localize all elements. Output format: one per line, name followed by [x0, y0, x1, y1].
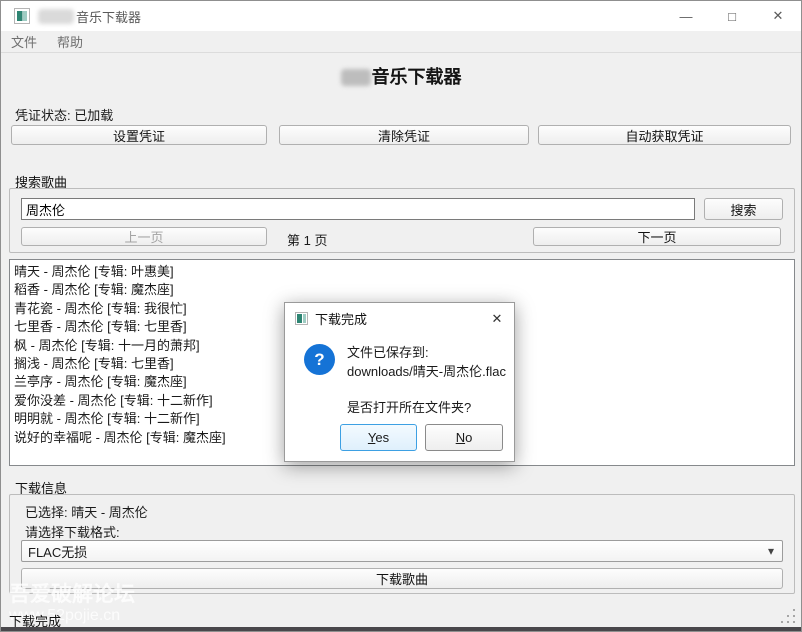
maximize-icon: □ [728, 9, 736, 24]
dialog-message-line1: 文件已保存到: [347, 342, 429, 361]
redacted-brand-blur [38, 9, 74, 24]
format-select[interactable]: FLAC无损 ▾ [21, 540, 783, 562]
download-song-button[interactable]: 下载歌曲 [21, 568, 783, 589]
maximize-button[interactable]: □ [709, 1, 755, 31]
window-controls: — □ ✕ [663, 1, 801, 31]
menu-file[interactable]: 文件 [1, 32, 47, 51]
redacted-brand-blur [341, 69, 371, 86]
app-window: 音乐下载器 — □ ✕ 文件 帮助 音乐下载器 凭证状态: 已加载 设置凭证 清… [0, 0, 802, 632]
yes-button[interactable]: Yes [340, 424, 417, 451]
dialog-titlebar: 下载完成 ✕ [285, 303, 514, 334]
dialog-message-line2: downloads/晴天-周杰伦.flac [347, 361, 506, 380]
close-icon: ✕ [773, 8, 784, 24]
download-complete-dialog: 下载完成 ✕ ? 文件已保存到: downloads/晴天-周杰伦.flac 是… [284, 302, 515, 462]
titlebar: 音乐下载器 — □ ✕ [1, 1, 801, 31]
dialog-title: 下载完成 [315, 309, 367, 328]
resize-grip[interactable] [781, 609, 796, 624]
page-title-text: 音乐下载器 [372, 67, 462, 87]
search-button[interactable]: 搜索 [704, 198, 783, 220]
app-icon [14, 8, 30, 24]
no-button[interactable]: No [425, 424, 503, 451]
question-icon: ? [304, 344, 335, 375]
menubar: 文件 帮助 [1, 31, 801, 53]
minimize-button[interactable]: — [663, 1, 709, 31]
format-prompt-label: 请选择下载格式: [25, 522, 120, 541]
credential-status: 凭证状态: 已加载 [15, 105, 113, 124]
format-select-value: FLAC无损 [28, 542, 87, 561]
search-input[interactable] [21, 198, 695, 220]
minimize-icon: — [680, 9, 693, 24]
page-number-label: 第 1 页 [287, 230, 327, 249]
selected-song-label: 已选择: 晴天 - 周杰伦 [25, 502, 148, 521]
no-button-label: No [456, 430, 473, 445]
dialog-app-icon [295, 312, 308, 325]
clear-credential-button[interactable]: 清除凭证 [279, 125, 529, 145]
dialog-question: 是否打开所在文件夹? [347, 397, 471, 416]
next-page-button[interactable]: 下一页 [533, 227, 781, 246]
song-list-item[interactable]: 晴天 - 周杰伦 [专辑: 叶惠美] [10, 263, 794, 281]
dialog-close-icon: ✕ [492, 311, 503, 327]
chevron-down-icon: ▾ [768, 544, 774, 558]
prev-page-button[interactable]: 上一页 [21, 227, 267, 246]
window-title: 音乐下载器 [76, 7, 141, 26]
menu-help[interactable]: 帮助 [47, 32, 93, 51]
close-button[interactable]: ✕ [755, 1, 801, 31]
set-credential-button[interactable]: 设置凭证 [11, 125, 267, 145]
dialog-close-button[interactable]: ✕ [480, 303, 514, 334]
yes-button-label: Yes [368, 430, 389, 445]
auto-credential-button[interactable]: 自动获取凭证 [538, 125, 791, 145]
song-list-item[interactable]: 稻香 - 周杰伦 [专辑: 魔杰座] [10, 281, 794, 299]
taskbar-edge [1, 627, 801, 631]
page-title: 音乐下载器 [1, 63, 801, 89]
